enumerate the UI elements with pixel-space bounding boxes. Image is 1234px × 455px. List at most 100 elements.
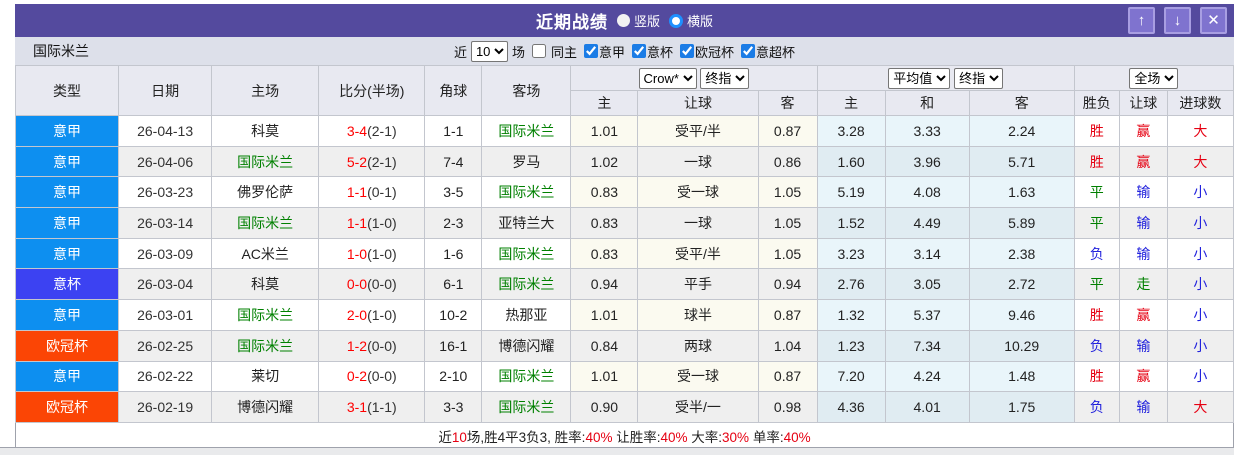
average-stage-select[interactable]: 终指 (954, 67, 1004, 89)
sub-header-avg-draw: 和 (884, 90, 970, 116)
title-group: 近期战绩 竖版 横版 (15, 8, 1234, 33)
same-home-label[interactable]: 同主 (551, 42, 577, 61)
footer-segment: 40% (585, 429, 613, 445)
layout-radio-horizontal[interactable]: 横版 (669, 11, 713, 30)
goals-outcome: 小 (1166, 207, 1234, 239)
avg-draw: 4.49 (884, 207, 970, 239)
radio-vertical-label[interactable]: 竖版 (634, 11, 660, 30)
avg-draw: 3.14 (884, 237, 970, 270)
table-row: 欧冠杯 26-02-19 博德闪耀 3-1(1-1) 3-3 国际米兰 0.90 受半/一 0.… (14, 391, 1234, 423)
home-team: 国际米兰 (211, 207, 320, 239)
goals-outcome: 小 (1166, 176, 1234, 209)
match-score: 3-1(1-1) (318, 391, 426, 423)
match-score: 1-0(1-0) (318, 237, 426, 270)
result-outcome: 平 (1073, 268, 1120, 301)
col-header-away: 客场 (481, 65, 572, 116)
match-count-select[interactable]: 10 (470, 40, 508, 62)
radio-vertical-icon[interactable] (616, 14, 630, 27)
odds-away: 1.05 (757, 176, 818, 209)
odds-home: 0.84 (570, 329, 639, 362)
league-checkbox-super-cup[interactable] (741, 44, 756, 58)
fulltime-group-header: 全场 (1073, 65, 1234, 91)
home-team: 科莫 (211, 268, 320, 301)
avg-draw: 4.08 (884, 176, 970, 209)
col-header-date: 日期 (118, 65, 213, 116)
fulltime-select[interactable]: 全场 (1129, 67, 1179, 89)
avg-away: 1.63 (968, 176, 1075, 209)
away-team: 亚特兰大 (481, 207, 572, 239)
match-score: 1-1(1-0) (318, 207, 426, 239)
league-badge: 欧冠杯 (14, 329, 120, 362)
sub-header-result: 胜负 (1073, 90, 1120, 116)
footer-segment: 让胜率: (612, 429, 661, 445)
avg-away: 1.48 (968, 360, 1075, 393)
filter-bar: 国际米兰 近 10 场 同主 意甲 意杯 欧冠杯 意超杯 (15, 37, 1234, 65)
league-badge: 意甲 (14, 299, 120, 331)
avg-away: 1.75 (968, 391, 1075, 423)
crow-odds-stage-select[interactable]: 终指 (700, 67, 750, 89)
filter-controls: 近 10 场 同主 意甲 意杯 欧冠杯 意超杯 (454, 40, 795, 62)
average-select[interactable]: 平均值 (888, 67, 951, 89)
match-score: 0-0(0-0) (318, 268, 426, 301)
odds-home: 0.90 (570, 391, 639, 423)
odds-away: 0.86 (757, 145, 818, 178)
avg-away: 5.89 (968, 207, 1075, 239)
result-outcome: 胜 (1073, 115, 1120, 147)
results-table: 类型 日期 主场 比分(半场) 角球 客场 Crow* 终指 平均值 终指 全场 (14, 65, 1234, 450)
odds-away: 0.87 (757, 360, 818, 393)
league-label-champions[interactable]: 欧冠杯 (695, 42, 734, 61)
league-label-serie-a[interactable]: 意甲 (599, 42, 625, 61)
league-checkbox-champions[interactable] (680, 44, 695, 58)
handicap-outcome: 输 (1118, 237, 1168, 270)
avg-home: 1.23 (816, 329, 886, 362)
count-suffix-label: 场 (511, 44, 525, 60)
results-body: 意甲 26-04-13 科莫 3-4(2-1) 1-1 国际米兰 1.01 受平/半 0.87 3… (14, 115, 1234, 423)
avg-away: 9.46 (968, 299, 1075, 331)
table-row: 意甲 26-04-06 国际米兰 5-2(2-1) 7-4 罗马 1.02 一球 0.86 1.6… (14, 145, 1234, 178)
radio-horizontal-icon[interactable] (669, 13, 683, 28)
corner-score: 6-1 (424, 268, 483, 301)
move-down-button[interactable]: ↓ (1164, 7, 1191, 34)
same-home-checkbox[interactable] (531, 44, 546, 58)
odds-away: 0.94 (757, 268, 818, 301)
bookmaker-select[interactable]: Crow* (638, 67, 697, 89)
match-date: 26-03-23 (118, 176, 213, 209)
avg-away: 10.29 (968, 329, 1075, 362)
away-team: 国际米兰 (481, 115, 572, 147)
league-label-coppa-italia[interactable]: 意杯 (647, 42, 673, 61)
home-team: 莱切 (211, 360, 320, 393)
average-group-header: 平均值 终指 (816, 65, 1075, 91)
close-button[interactable]: ✕ (1200, 7, 1227, 34)
sub-header-avg-away: 客 (968, 90, 1075, 116)
sub-header-handicap: 让球 (637, 90, 759, 116)
avg-draw: 7.34 (884, 329, 970, 362)
avg-home: 1.60 (816, 145, 886, 178)
away-team: 国际米兰 (481, 237, 572, 270)
league-badge: 意甲 (14, 360, 120, 393)
league-label-super-cup[interactable]: 意超杯 (756, 42, 795, 61)
move-up-button[interactable]: ↑ (1128, 7, 1155, 34)
avg-home: 4.36 (816, 391, 886, 423)
league-checkbox-serie-a[interactable] (583, 44, 598, 58)
layout-radio-vertical[interactable]: 竖版 (616, 11, 660, 30)
league-checkbox-coppa-italia[interactable] (632, 44, 646, 58)
result-outcome: 平 (1073, 176, 1120, 209)
odds-away: 1.04 (757, 329, 818, 362)
avg-home: 3.23 (816, 237, 886, 270)
odds-handicap: 受平/半 (637, 115, 759, 147)
home-team: 国际米兰 (211, 299, 320, 331)
avg-home: 2.76 (816, 268, 886, 301)
odds-handicap: 受一球 (637, 360, 759, 393)
league-badge: 意杯 (14, 268, 120, 301)
match-date: 26-03-01 (118, 299, 213, 331)
avg-away: 2.24 (968, 115, 1075, 147)
league-badge: 欧冠杯 (14, 391, 120, 423)
odds-home: 1.01 (570, 115, 639, 147)
odds-away: 0.87 (757, 299, 818, 331)
match-date: 26-02-19 (118, 391, 213, 423)
avg-home: 7.20 (816, 360, 886, 393)
goals-outcome: 大 (1166, 391, 1234, 423)
match-score: 1-2(0-0) (318, 329, 426, 362)
radio-horizontal-label[interactable]: 横版 (687, 11, 713, 30)
sub-header-avg-home: 主 (816, 90, 886, 116)
